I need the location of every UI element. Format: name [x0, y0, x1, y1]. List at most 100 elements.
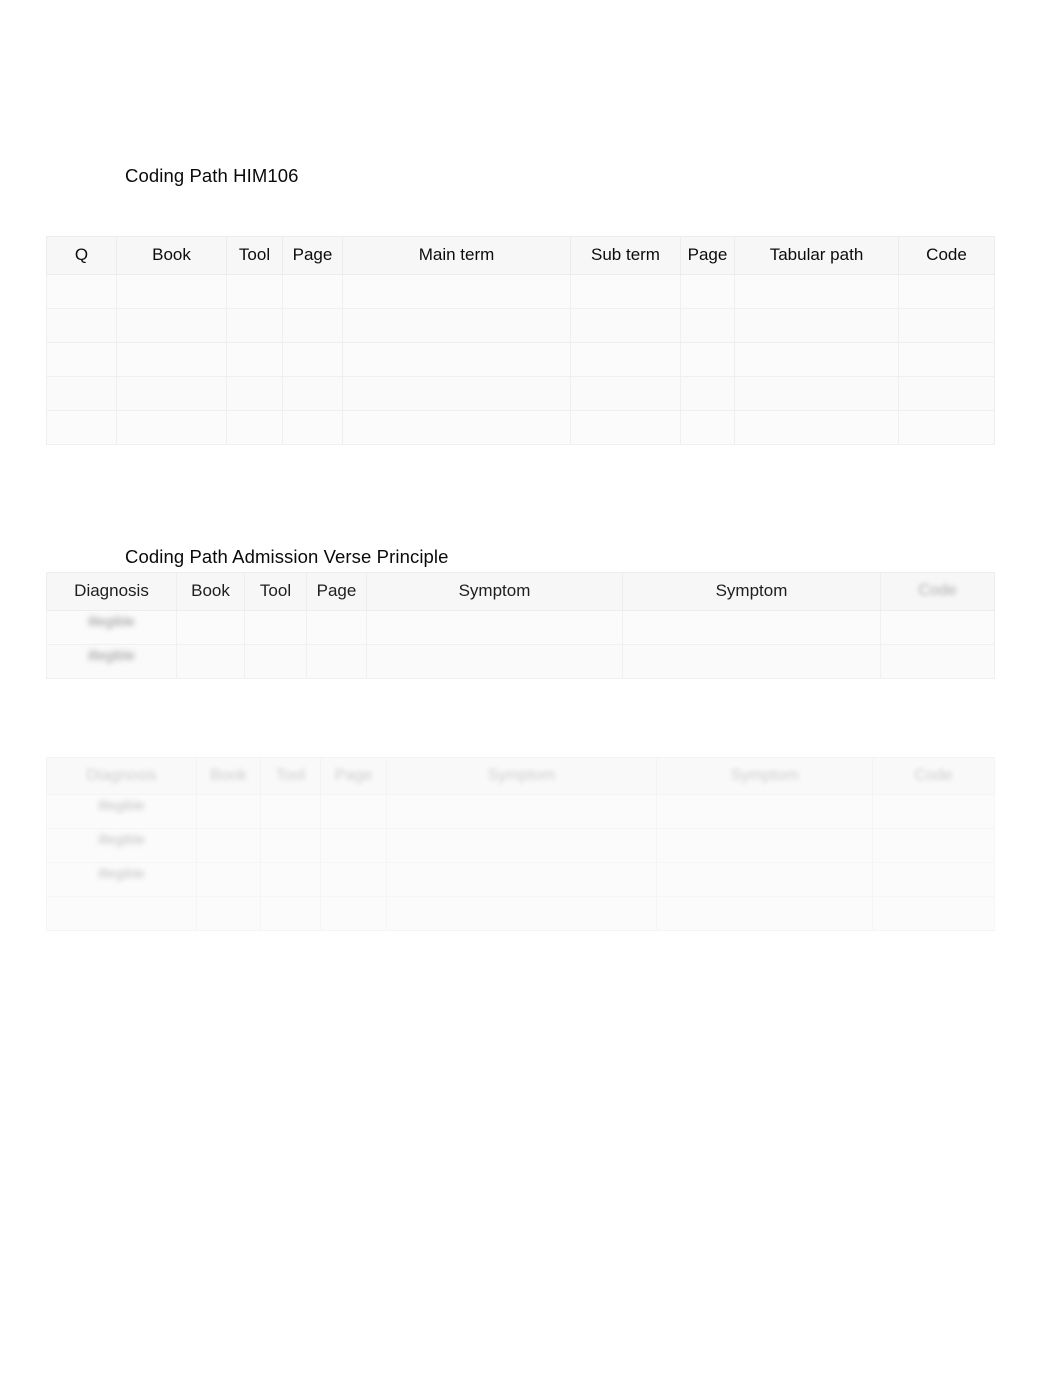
table-cell[interactable]	[282, 308, 343, 343]
table-cell[interactable]	[570, 342, 681, 377]
table-cell[interactable]	[570, 410, 681, 445]
cell-value	[245, 611, 306, 644]
table-cell[interactable]	[386, 794, 657, 829]
table-cell[interactable]	[898, 342, 995, 377]
table-cell[interactable]	[872, 828, 995, 863]
table-cell[interactable]	[880, 610, 995, 645]
table-cell[interactable]	[116, 342, 227, 377]
table-cell[interactable]	[46, 342, 117, 377]
table-cell[interactable]	[386, 862, 657, 897]
table-cell[interactable]	[282, 274, 343, 309]
table-cell[interactable]	[622, 610, 881, 645]
table-cell[interactable]	[116, 410, 227, 445]
table-row[interactable]	[46, 274, 995, 309]
table-cell[interactable]	[282, 410, 343, 445]
table-cell[interactable]	[656, 828, 873, 863]
table-cell[interactable]	[898, 274, 995, 309]
table-cell[interactable]	[226, 274, 283, 309]
table-cell[interactable]	[46, 274, 117, 309]
table-cell[interactable]	[342, 308, 571, 343]
table-cell[interactable]	[680, 376, 735, 411]
table-cell[interactable]	[46, 896, 197, 931]
table-cell[interactable]	[320, 896, 387, 931]
table-cell[interactable]	[898, 410, 995, 445]
table-cell[interactable]	[734, 308, 899, 343]
table-cell[interactable]	[570, 274, 681, 309]
table-cell[interactable]	[260, 896, 321, 931]
table-cell[interactable]	[872, 862, 995, 897]
table-cell[interactable]	[244, 644, 307, 679]
table-cell[interactable]	[320, 862, 387, 897]
table-cell[interactable]: illegible	[46, 644, 177, 679]
table-cell[interactable]	[196, 862, 261, 897]
table-cell[interactable]	[570, 376, 681, 411]
table-cell[interactable]	[176, 644, 245, 679]
table-cell[interactable]	[282, 342, 343, 377]
table-cell[interactable]	[342, 274, 571, 309]
table-cell[interactable]	[244, 610, 307, 645]
table-cell[interactable]	[226, 342, 283, 377]
table-cell[interactable]	[226, 376, 283, 411]
table-cell[interactable]	[260, 794, 321, 829]
table-cell[interactable]	[46, 376, 117, 411]
table-cell[interactable]	[116, 274, 227, 309]
table-cell[interactable]	[260, 862, 321, 897]
table-cell[interactable]	[282, 376, 343, 411]
table-cell[interactable]	[734, 376, 899, 411]
table-cell[interactable]	[898, 308, 995, 343]
table-cell[interactable]	[570, 308, 681, 343]
table-row[interactable]	[46, 342, 995, 377]
table-cell[interactable]	[196, 828, 261, 863]
table-cell[interactable]: illegible	[46, 862, 197, 897]
table-cell[interactable]	[46, 410, 117, 445]
table-cell[interactable]	[872, 794, 995, 829]
table-row[interactable]: illegible	[46, 644, 995, 679]
table-cell[interactable]	[898, 376, 995, 411]
table-row[interactable]: illegible	[46, 794, 995, 829]
table-cell[interactable]	[306, 644, 367, 679]
table-cell[interactable]: illegible	[46, 794, 197, 829]
table-cell[interactable]	[116, 308, 227, 343]
table-row[interactable]: illegible	[46, 828, 995, 863]
column-header-code: Code	[880, 572, 995, 611]
table-cell[interactable]	[734, 274, 899, 309]
table-cell[interactable]	[880, 644, 995, 679]
table-cell[interactable]	[734, 342, 899, 377]
table-cell[interactable]	[46, 308, 117, 343]
table-cell[interactable]	[680, 308, 735, 343]
table-cell[interactable]	[196, 794, 261, 829]
table-cell[interactable]	[366, 610, 623, 645]
table-cell[interactable]	[386, 828, 657, 863]
table-cell[interactable]	[366, 644, 623, 679]
table-cell[interactable]	[872, 896, 995, 931]
table-row[interactable]	[46, 410, 995, 445]
table-cell[interactable]	[656, 862, 873, 897]
table-cell[interactable]	[320, 794, 387, 829]
table-cell[interactable]	[680, 342, 735, 377]
table-row[interactable]: illegible	[46, 862, 995, 897]
table-cell[interactable]	[680, 274, 735, 309]
table-cell[interactable]	[320, 828, 387, 863]
table-cell[interactable]	[176, 610, 245, 645]
table-cell[interactable]	[116, 376, 227, 411]
table-cell[interactable]	[342, 376, 571, 411]
table-cell[interactable]	[226, 410, 283, 445]
table-cell[interactable]	[306, 610, 367, 645]
table-row[interactable]	[46, 896, 995, 931]
table-cell[interactable]	[656, 896, 873, 931]
table-cell[interactable]	[342, 342, 571, 377]
table-cell[interactable]	[622, 644, 881, 679]
table-row[interactable]: illegible	[46, 610, 995, 645]
table-cell[interactable]	[260, 828, 321, 863]
table-cell[interactable]: illegible	[46, 610, 177, 645]
table-row[interactable]	[46, 308, 995, 343]
table-cell[interactable]	[196, 896, 261, 931]
table-cell[interactable]	[226, 308, 283, 343]
table-cell[interactable]	[386, 896, 657, 931]
table-cell[interactable]	[342, 410, 571, 445]
table-cell[interactable]	[734, 410, 899, 445]
table-cell[interactable]	[656, 794, 873, 829]
table-cell[interactable]	[680, 410, 735, 445]
table-row[interactable]	[46, 376, 995, 411]
table-cell[interactable]: illegible	[46, 828, 197, 863]
